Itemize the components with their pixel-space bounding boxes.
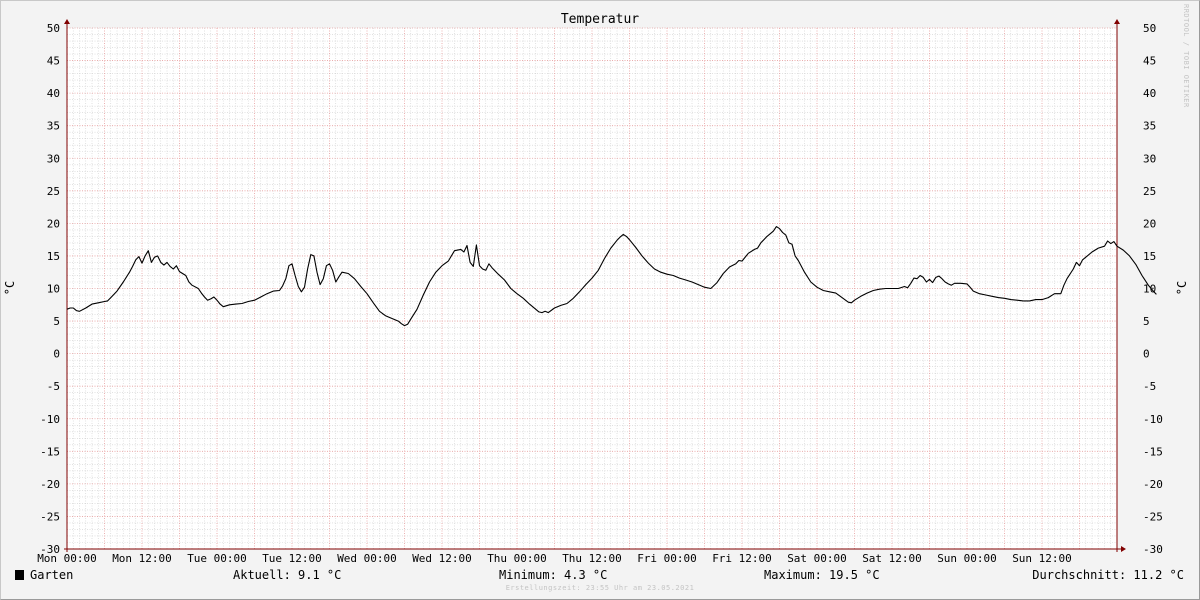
x-tick-label: Sat 00:00 [787,552,847,565]
x-tick-label: Tue 00:00 [187,552,247,565]
y-tick-label-left: 0 [53,348,60,361]
x-tick-label: Wed 12:00 [412,552,472,565]
chart-title: Temperatur [561,12,639,27]
y-tick-label-left: -20 [40,478,60,491]
y-tick-label-right: 40 [1143,87,1156,100]
current-value: Aktuell: 9.1 °C [233,568,342,582]
y-tick-label-left: 35 [47,120,60,133]
y-tick-label-left: 25 [47,185,60,198]
legend-series-name: Garten [30,568,74,582]
maximum-value: Maximum: 19.5 °C [764,568,880,582]
x-tick-label: Mon 00:00 [37,552,97,565]
y-tick-label-left: 10 [47,283,60,296]
y-axis-label-right: °C [1175,281,1189,295]
y-tick-label-left: 45 [47,55,60,68]
y-tick-label-right: 30 [1143,152,1156,165]
x-tick-label: Mon 12:00 [112,552,172,565]
x-tick-label: Thu 12:00 [562,552,622,565]
y-tick-label-right: 0 [1143,348,1150,361]
y-tick-label-left: -10 [40,413,60,426]
y-tick-label-right: -25 [1143,510,1163,523]
y-tick-label-left: 50 [47,22,60,35]
y-tick-label-left: 15 [47,250,60,263]
x-tick-label: Fri 00:00 [637,552,697,565]
temperature-chart: 50 5045 4540 4035 3530 3025 2520 2015 1510 105 50 0… [3,12,1189,565]
y-tick-label-right: -20 [1143,478,1163,491]
y-tick-label-right: 50 [1143,22,1156,35]
x-tick-label: Thu 00:00 [487,552,547,565]
y-tick-label-right: -5 [1143,380,1156,393]
x-tick-label: Tue 12:00 [262,552,322,565]
y-tick-label-left: 30 [47,152,60,165]
y-tick-label-left: 5 [53,315,60,328]
y-tick-label-right: 20 [1143,217,1156,230]
legend-swatch [15,570,24,580]
y-tick-label-right: 10 [1143,283,1156,296]
creation-time-note: Erstellungszeit: 23:55 Uhr am 23.05.2021 [505,584,695,592]
y-tick-label-left: -25 [40,510,60,523]
x-tick-label: Sun 00:00 [937,552,997,565]
y-tick-label-right: 15 [1143,250,1156,263]
x-axis-arrow [1121,546,1126,552]
y-tick-label-right: 25 [1143,185,1156,198]
y-axis-right-arrow [1114,19,1120,24]
x-tick-label: Wed 00:00 [337,552,397,565]
y-tick-label-left: -5 [47,380,60,393]
y-tick-label-right: -30 [1143,543,1163,556]
rrdtool-watermark: RRDTOOL / TOBI OETIKER [1182,4,1190,108]
y-tick-label-left: -15 [40,445,60,458]
x-tick-label: Fri 12:00 [712,552,772,565]
y-tick-label-right: 5 [1143,315,1150,328]
average-value: Durchschnitt: 11.2 °C [1032,568,1184,582]
y-tick-label-right: -15 [1143,445,1163,458]
y-tick-label-left: 40 [47,87,60,100]
y-tick-label-left: 20 [47,217,60,230]
x-tick-label: Sun 12:00 [1012,552,1072,565]
y-tick-label-right: -10 [1143,413,1163,426]
minimum-value: Minimum: 4.3 °C [499,568,608,582]
y-axis-left-arrow [64,19,70,24]
y-tick-label-right: 35 [1143,120,1156,133]
y-axis-label-left: °C [3,281,17,295]
x-tick-label: Sat 12:00 [862,552,922,565]
y-tick-label-right: 45 [1143,55,1156,68]
